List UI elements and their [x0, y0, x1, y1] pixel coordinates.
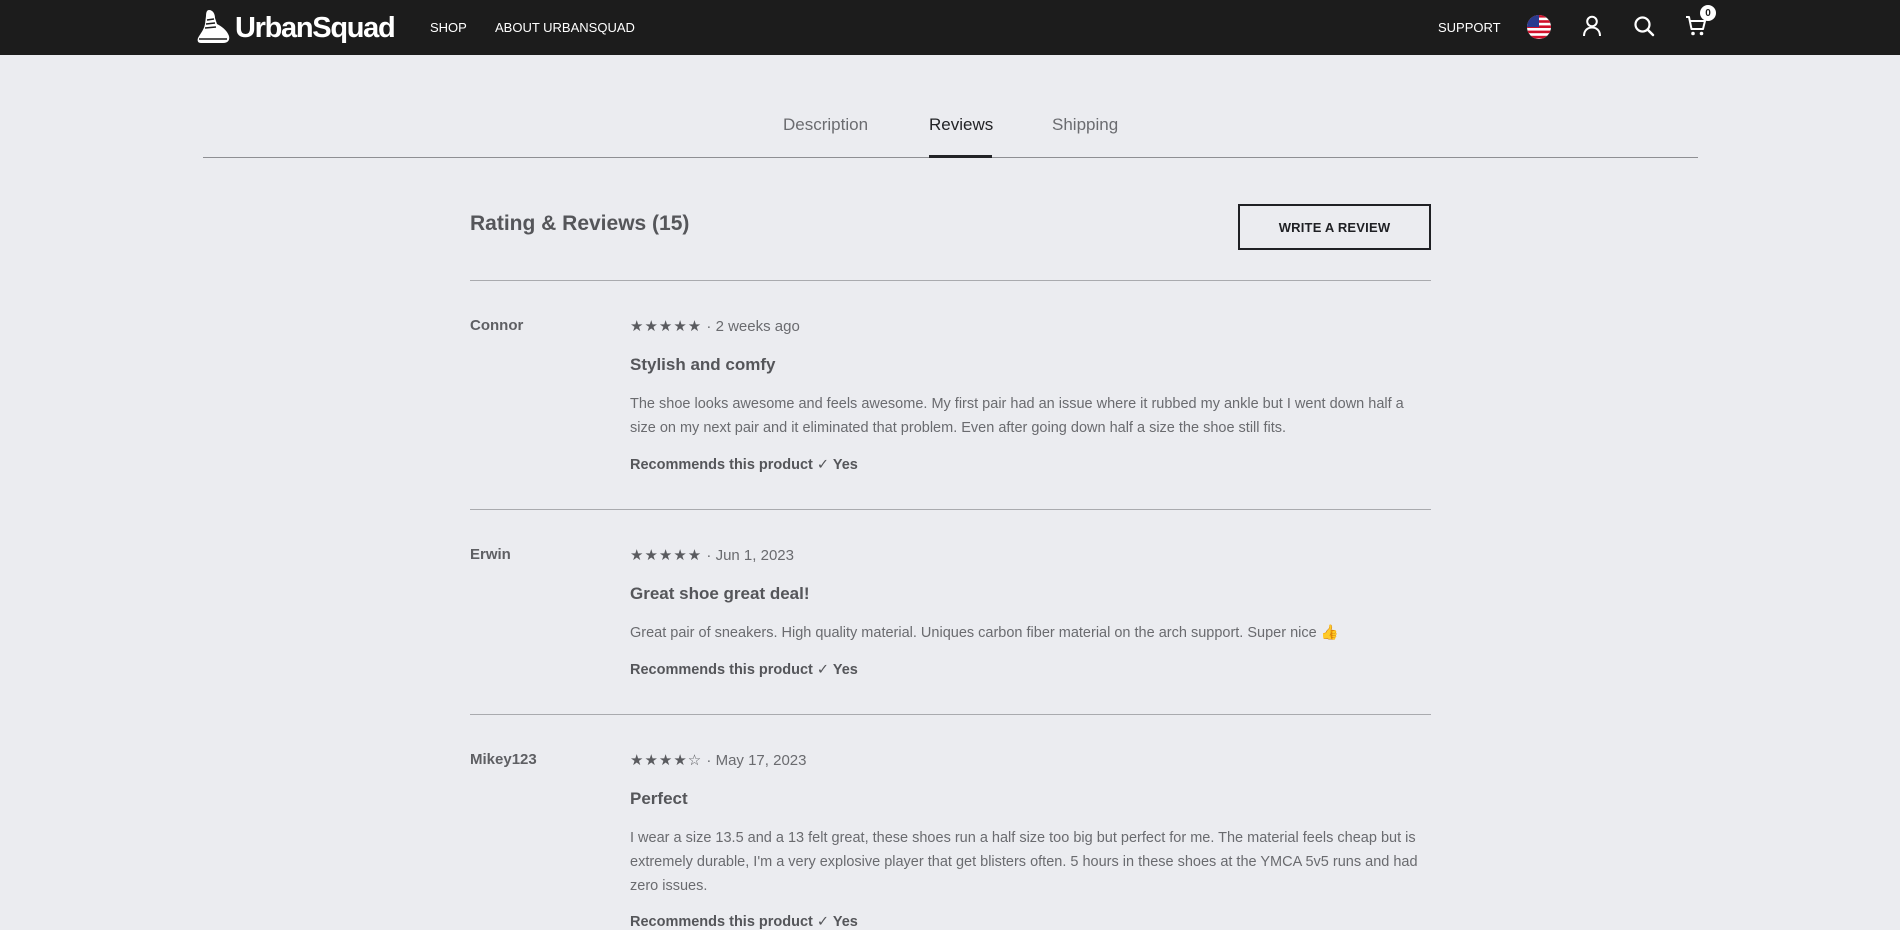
review-date: · 2 weeks ago	[706, 318, 800, 335]
write-review-button[interactable]: WRITE A REVIEW	[1238, 204, 1431, 250]
us-flag-icon[interactable]	[1527, 15, 1551, 39]
review-meta: ★★★★★ · 2 weeks ago	[630, 317, 800, 335]
review-meta: ★★★★☆ · May 17, 2023	[630, 751, 806, 769]
brand-logo[interactable]: UrbanSquad	[195, 8, 396, 48]
reviewer-name: Erwin	[470, 546, 511, 563]
review-date: · May 17, 2023	[706, 752, 807, 769]
nav-shop[interactable]: SHOP	[430, 20, 467, 35]
tab-reviews[interactable]: Reviews	[929, 115, 993, 135]
review-recommendation: Recommends this product ✓ Yes	[630, 914, 858, 930]
nav-about[interactable]: ABOUT URBANSQUAD	[495, 20, 635, 35]
star-rating: ★★★★★	[630, 318, 703, 335]
shoe-logo-icon	[197, 10, 230, 43]
top-navigation-bar: UrbanSquad SHOP ABOUT URBANSQUAD SUPPORT…	[0, 0, 1900, 55]
reviewer-name: Connor	[470, 317, 524, 334]
tab-description[interactable]: Description	[783, 115, 868, 135]
reviews-section-title: Rating & Reviews (15)	[470, 212, 690, 235]
review-recommendation: Recommends this product ✓ Yes	[630, 662, 858, 678]
review-meta: ★★★★★ · Jun 1, 2023	[630, 546, 794, 564]
cart-count-badge: 0	[1700, 5, 1716, 21]
nav-support[interactable]: SUPPORT	[1438, 20, 1501, 35]
active-tab-indicator	[929, 155, 992, 158]
review-body: Great pair of sneakers. High quality mat…	[630, 625, 1339, 641]
divider	[470, 509, 1431, 510]
divider	[470, 280, 1431, 281]
review-title: Stylish and comfy	[630, 355, 776, 374]
search-icon[interactable]	[1633, 15, 1655, 37]
reviewer-name: Mikey123	[470, 751, 537, 768]
brand-name: UrbanSquad	[235, 11, 396, 44]
review-body: The shoe looks awesome and feels awesome…	[630, 396, 1404, 436]
review-body: I wear a size 13.5 and a 13 felt great, …	[630, 830, 1418, 894]
star-rating: ★★★★★	[630, 547, 703, 564]
user-icon[interactable]	[1582, 15, 1602, 37]
divider	[470, 714, 1431, 715]
review-recommendation: Recommends this product ✓ Yes	[630, 457, 858, 473]
tab-shipping[interactable]: Shipping	[1052, 115, 1118, 135]
review-title: Perfect	[630, 789, 688, 808]
review-date: · Jun 1, 2023	[706, 547, 794, 564]
review-title: Great shoe great deal!	[630, 584, 810, 603]
star-rating: ★★★★☆	[630, 752, 703, 769]
